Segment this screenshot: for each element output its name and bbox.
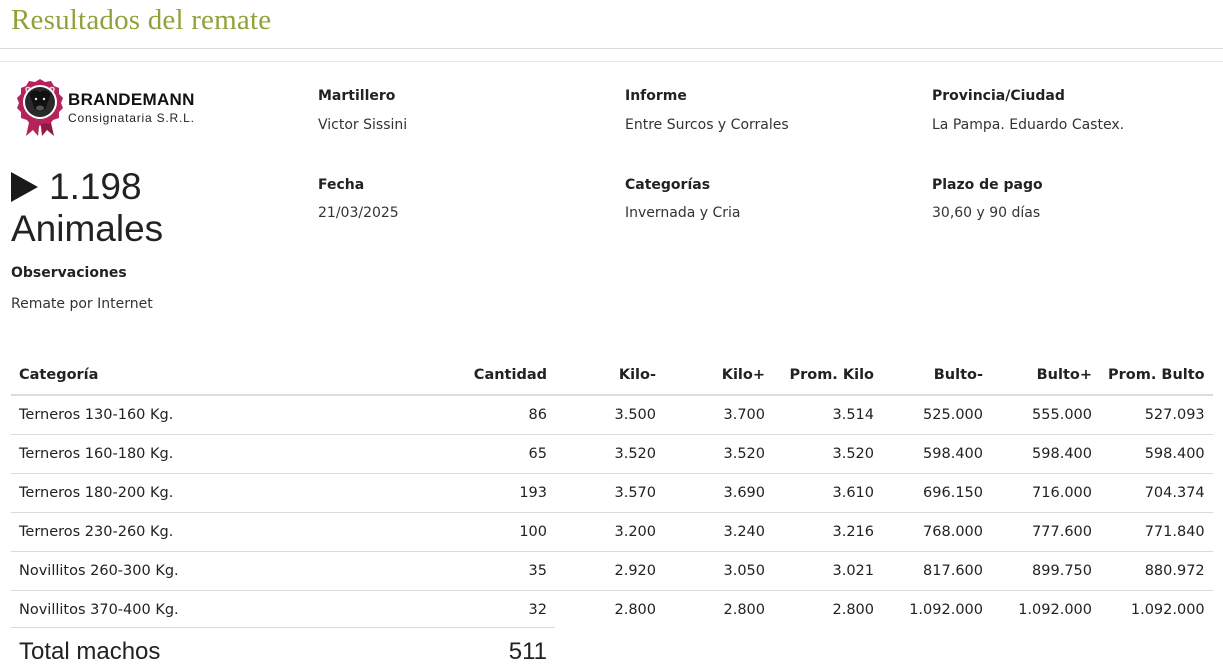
table-row: Terneros 230-260 Kg. 100 3.200 3.240 3.2…: [11, 512, 1213, 552]
cell-categoria: Terneros 230-260 Kg.: [11, 512, 272, 552]
cell-categoria: Novillitos 370-400 Kg.: [19, 602, 179, 618]
cell-prom-kilo: 3.520: [773, 434, 882, 474]
cell-prom-bulto: 598.400: [1100, 434, 1213, 474]
provincia-label: Provincia/Ciudad: [932, 88, 1065, 104]
cell-cantidad: 86: [272, 395, 555, 435]
cell-cantidad: 35: [272, 551, 555, 591]
cell-bulto-max: 555.000: [991, 395, 1100, 435]
header-bulto-min: Bulto-: [882, 356, 991, 396]
cell-prom-bulto: 704.374: [1100, 473, 1213, 513]
total-row: Total machos 511: [11, 627, 555, 665]
table-row: Terneros 160-180 Kg. 65 3.520 3.520 3.52…: [11, 434, 1213, 474]
logo-subtitle: Consignataria S.R.L.: [68, 111, 195, 125]
header-cantidad: Cantidad: [272, 356, 555, 396]
cell-bulto-max: 1.092.000: [1018, 602, 1092, 618]
header-divider: [0, 48, 1223, 49]
cell-categoria: Terneros 130-160 Kg.: [11, 395, 272, 435]
header-categoria: Categoría: [11, 356, 272, 396]
cell-prom-bulto: 771.840: [1100, 512, 1213, 552]
total-value: 511: [508, 638, 547, 665]
martillero-label: Martillero: [318, 88, 396, 104]
plazo-value: 30,60 y 90 días: [932, 205, 1041, 221]
provincia-value: La Pampa. Eduardo Castex.: [932, 117, 1125, 133]
cell-bulto-min: 817.600: [882, 551, 991, 591]
cell-cantidad: 193: [272, 473, 555, 513]
cell-kilo-min: 3.570: [555, 473, 664, 513]
observaciones-label: Observaciones: [11, 265, 127, 281]
cell-cantidad: 65: [272, 434, 555, 474]
table-row: Terneros 130-160 Kg. 86 3.500 3.700 3.51…: [11, 395, 1213, 435]
cell-prom-kilo: 3.021: [773, 551, 882, 591]
table-row: Novillitos 370-400 Kg. 32 2.800 2.800 2.…: [11, 591, 1213, 630]
cell-prom-bulto: 880.972: [1100, 551, 1213, 591]
informe-value: Entre Surcos y Corrales: [625, 117, 789, 133]
cell-prom-kilo: 3.610: [773, 473, 882, 513]
cell-prom-kilo: 3.216: [773, 512, 882, 552]
cell-categoria: Terneros 180-200 Kg.: [11, 473, 272, 513]
animal-count-label: Animales: [11, 208, 164, 249]
categorias-value: Invernada y Cria: [625, 205, 741, 221]
cell-bulto-min: 696.150: [882, 473, 991, 513]
categorias-label: Categorías: [625, 177, 711, 193]
cell-kilo-max: 3.520: [664, 434, 773, 474]
cell-prom-kilo: 2.800: [832, 602, 874, 618]
cell-kilo-max: 3.240: [664, 512, 773, 552]
cell-categoria: Novillitos 260-300 Kg.: [11, 551, 272, 591]
cell-kilo-max: 3.690: [664, 473, 773, 513]
cell-kilo-min: 2.920: [555, 551, 664, 591]
cell-bulto-max: 598.400: [991, 434, 1100, 474]
cell-cantidad: 100: [272, 512, 555, 552]
cell-kilo-max: 3.050: [664, 551, 773, 591]
fecha-value: 21/03/2025: [318, 205, 399, 221]
observaciones-value: Remate por Internet: [11, 296, 153, 312]
cell-prom-bulto: 527.093: [1100, 395, 1213, 435]
cell-kilo-min: 2.800: [614, 602, 656, 618]
header-prom-bulto: Prom. Bulto: [1100, 356, 1213, 396]
total-label: Total machos: [19, 638, 161, 665]
header-divider-secondary: [0, 61, 1223, 62]
cell-bulto-min: 525.000: [882, 395, 991, 435]
cell-prom-kilo: 3.514: [773, 395, 882, 435]
cell-prom-bulto: 1.092.000: [1130, 602, 1205, 618]
cell-bulto-min: 598.400: [882, 434, 991, 474]
cell-bulto-min: 768.000: [882, 512, 991, 552]
play-triangle-icon: [11, 172, 38, 202]
header-prom-kilo: Prom. Kilo: [773, 356, 882, 396]
animal-count: 1.198 Animales: [11, 166, 163, 250]
martillero-value: Victor Sissini: [318, 117, 408, 133]
bull-head-seal-icon: [17, 79, 63, 136]
cell-bulto-min: 1.092.000: [909, 602, 983, 618]
results-table: Categoría Cantidad Kilo- Kilo+ Prom. Kil…: [11, 356, 1213, 629]
header-kilo-max: Kilo+: [664, 356, 773, 396]
brandemann-logo: BRANDEMANN Consignataria S.R.L.: [16, 78, 216, 138]
cell-bulto-max: 777.600: [991, 512, 1100, 552]
fecha-label: Fecha: [318, 177, 365, 193]
cell-kilo-min: 3.500: [555, 395, 664, 435]
cell-kilo-max: 3.700: [664, 395, 773, 435]
animal-count-number: 1.198: [49, 166, 142, 207]
page-title: Resultados del remate: [11, 4, 272, 36]
header-kilo-min: Kilo-: [555, 356, 664, 396]
cell-categoria: Terneros 160-180 Kg.: [11, 434, 272, 474]
cell-kilo-max: 2.800: [723, 602, 765, 618]
table-header-row: Categoría Cantidad Kilo- Kilo+ Prom. Kil…: [11, 356, 1213, 396]
header-bulto-max: Bulto+: [991, 356, 1100, 396]
table-row: Novillitos 260-300 Kg. 35 2.920 3.050 3.…: [11, 551, 1213, 591]
cell-cantidad: 32: [528, 602, 547, 618]
cell-kilo-min: 3.520: [555, 434, 664, 474]
logo-brand-name: BRANDEMANN: [68, 90, 195, 109]
informe-label: Informe: [625, 88, 687, 104]
cell-bulto-max: 716.000: [991, 473, 1100, 513]
cell-kilo-min: 3.200: [555, 512, 664, 552]
table-row: Terneros 180-200 Kg. 193 3.570 3.690 3.6…: [11, 473, 1213, 513]
cell-bulto-max: 899.750: [991, 551, 1100, 591]
plazo-label: Plazo de pago: [932, 177, 1043, 193]
